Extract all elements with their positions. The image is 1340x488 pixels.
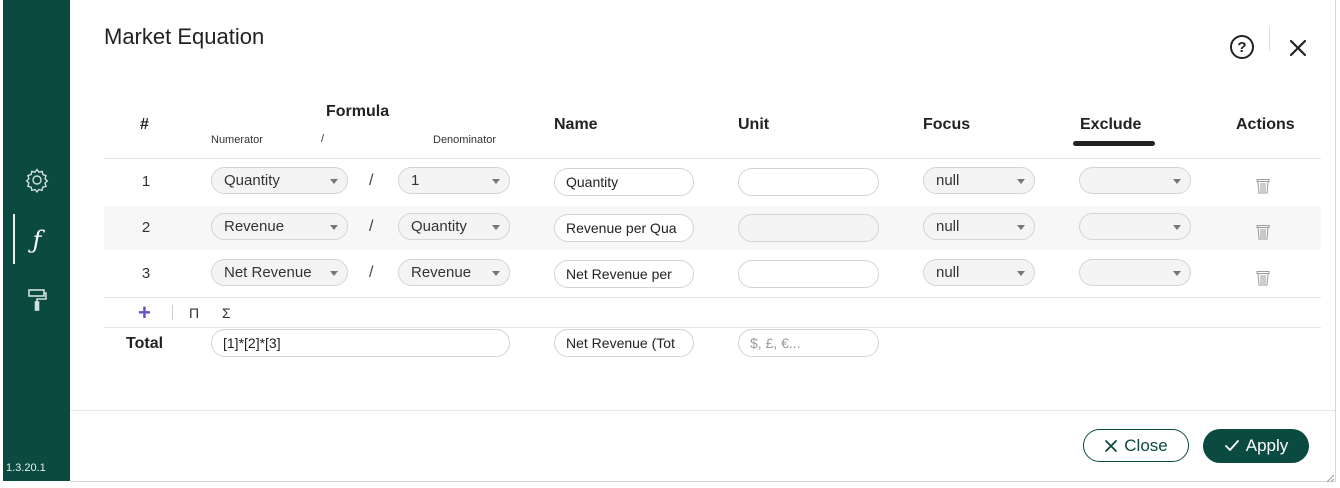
- numerator-subheader: Numerator: [211, 134, 263, 146]
- close-icon: [1105, 439, 1118, 452]
- col-name-header: Name: [554, 116, 598, 133]
- check-icon: [1224, 440, 1239, 451]
- trash-icon[interactable]: [1256, 270, 1270, 286]
- gear-icon[interactable]: [24, 167, 50, 193]
- formula-slash: /: [369, 264, 374, 281]
- close-icon[interactable]: [1287, 36, 1309, 58]
- col-exclude-header[interactable]: Exclude: [1080, 116, 1141, 134]
- chevron-down-icon: [492, 271, 500, 276]
- denominator-select[interactable]: 1: [398, 167, 510, 194]
- col-number-header: #: [140, 116, 149, 133]
- name-input[interactable]: Net Revenue per: [554, 260, 694, 288]
- market-equation-dialog: Market Equation ? # Formula Numerator / …: [70, 0, 1336, 482]
- formula-slash: /: [369, 218, 374, 235]
- numerator-select[interactable]: Net Revenue: [211, 259, 348, 286]
- chevron-down-icon: [1017, 271, 1025, 276]
- exclude-select[interactable]: [1079, 167, 1191, 194]
- numerator-select[interactable]: Quantity: [211, 167, 348, 194]
- exclude-select[interactable]: [1079, 259, 1191, 286]
- denominator-subheader: Denominator: [433, 134, 496, 146]
- exclude-active-underline: [1073, 141, 1155, 146]
- rows-divider-line: [104, 297, 1321, 298]
- trash-icon[interactable]: [1256, 178, 1270, 194]
- paint-roller-icon[interactable]: [24, 287, 50, 313]
- chevron-down-icon: [330, 271, 338, 276]
- total-unit-input[interactable]: $, £, €...: [738, 329, 879, 357]
- chevron-down-icon: [330, 225, 338, 230]
- col-formula-header: Formula: [326, 103, 390, 120]
- row-number: 1: [141, 173, 151, 190]
- total-formula-input[interactable]: [1]*[2]*[3]: [211, 329, 510, 357]
- chevron-down-icon: [330, 179, 338, 184]
- version-label: 1.3.20.1: [6, 462, 46, 474]
- toolbar-separator: [172, 305, 173, 320]
- chevron-down-icon: [492, 225, 500, 230]
- focus-select[interactable]: null: [923, 167, 1035, 194]
- col-unit-header: Unit: [738, 116, 770, 133]
- close-button[interactable]: Close: [1083, 429, 1189, 462]
- add-row-button[interactable]: +: [138, 300, 151, 326]
- formula-slash: /: [369, 172, 374, 189]
- sidebar-active-indicator: [13, 214, 15, 264]
- total-label: Total: [126, 335, 164, 352]
- header-divider: [1269, 27, 1270, 51]
- focus-select[interactable]: null: [923, 259, 1035, 286]
- col-focus-header: Focus: [923, 116, 971, 133]
- header-divider-line: [104, 158, 1321, 159]
- close-button-label: Close: [1124, 435, 1168, 455]
- name-input[interactable]: Quantity: [554, 168, 694, 196]
- col-actions-header: Actions: [1236, 116, 1295, 133]
- resize-handle-icon[interactable]: [1325, 470, 1335, 483]
- help-icon[interactable]: ?: [1230, 35, 1254, 59]
- chevron-down-icon: [1017, 225, 1025, 230]
- sidebar: ƒ 1.3.20.1: [3, 0, 70, 481]
- apply-button[interactable]: Apply: [1203, 429, 1309, 463]
- dialog-title: Market Equation: [104, 24, 265, 49]
- chevron-down-icon: [1173, 179, 1181, 184]
- row-number: 3: [141, 265, 151, 282]
- row-number: 2: [141, 219, 151, 236]
- unit-input[interactable]: [738, 260, 879, 288]
- name-input[interactable]: Revenue per Qua: [554, 214, 694, 242]
- exclude-select[interactable]: [1079, 213, 1191, 240]
- chevron-down-icon: [492, 179, 500, 184]
- sum-button[interactable]: Σ: [222, 305, 231, 321]
- function-icon[interactable]: ƒ: [24, 226, 50, 254]
- toolbar-divider-line: [104, 327, 1321, 328]
- apply-button-label: Apply: [1245, 436, 1289, 455]
- product-button[interactable]: Π: [189, 305, 199, 321]
- numerator-select[interactable]: Revenue: [211, 213, 348, 240]
- unit-input[interactable]: [738, 214, 879, 242]
- trash-icon[interactable]: [1256, 224, 1270, 240]
- chevron-down-icon: [1017, 179, 1025, 184]
- chevron-down-icon: [1173, 271, 1181, 276]
- focus-select[interactable]: null: [923, 213, 1035, 240]
- denominator-select[interactable]: Quantity: [398, 213, 510, 240]
- denominator-select[interactable]: Revenue: [398, 259, 510, 286]
- total-name-input[interactable]: Net Revenue (Tot: [554, 329, 694, 357]
- chevron-down-icon: [1173, 225, 1181, 230]
- footer-divider: [70, 410, 1335, 411]
- unit-input[interactable]: [738, 168, 879, 196]
- formula-divider-subheader: /: [321, 133, 325, 145]
